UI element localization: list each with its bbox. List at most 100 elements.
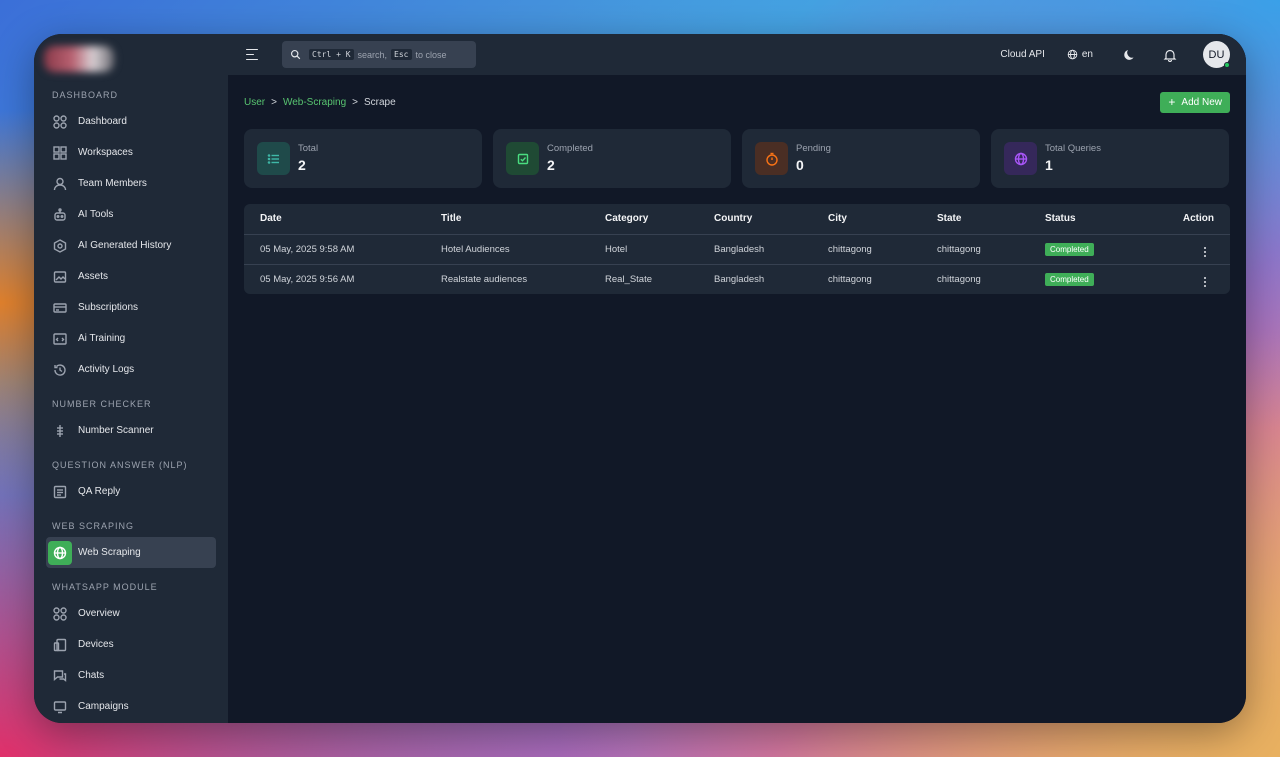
breadcrumb-web-scraping[interactable]: Web-Scraping: [283, 97, 346, 108]
section-dashboard: DASHBOARD: [52, 90, 119, 100]
cell-action: [1139, 264, 1230, 294]
grid-circles-icon: [52, 606, 68, 622]
column-header-title[interactable]: Title: [425, 204, 589, 235]
more-options-icon[interactable]: [1204, 277, 1206, 288]
add-new-button[interactable]: + Add New: [1160, 91, 1230, 113]
sidebar-item-subscriptions[interactable]: Subscriptions: [34, 292, 216, 323]
status-badge: Completed: [1045, 272, 1094, 286]
bell-icon[interactable]: [1163, 48, 1177, 62]
language-selector[interactable]: en: [1067, 49, 1093, 60]
search-icon: [290, 49, 301, 60]
sidebar-item-devices[interactable]: Devices: [34, 629, 216, 660]
user-icon: [52, 176, 68, 192]
more-options-icon[interactable]: [1204, 247, 1206, 257]
cell-country: Bangladesh: [714, 273, 765, 285]
menu-toggle-icon[interactable]: [246, 48, 260, 61]
column-header-date[interactable]: Date: [244, 204, 425, 235]
breadcrumb-current: Scrape: [364, 96, 396, 108]
main-area: Ctrl + K search, Esc to close Cloud API …: [228, 34, 1246, 723]
scanner-icon: [52, 423, 68, 439]
sidebar-item-number-scanner[interactable]: Number Scanner: [34, 415, 216, 446]
grid-icon: [52, 145, 68, 161]
cell-date: 05 May, 2025 9:56 AM: [260, 273, 355, 285]
section-whatsapp: WHATSAPP MODULE: [52, 582, 158, 592]
cell-title: Realstate audiences: [441, 273, 528, 285]
sidebar-item-assets[interactable]: Assets: [34, 261, 216, 292]
sidebar-item-activity-logs[interactable]: Activity Logs: [34, 354, 216, 385]
cell-category: Real_State: [605, 273, 653, 285]
cell-country: Bangladesh: [698, 234, 812, 265]
stat-value: 2: [298, 156, 306, 173]
sidebar-item-label: Devices: [78, 639, 114, 650]
sidebar-item-label: QA Reply: [78, 486, 121, 497]
avatar-initials: DU: [1208, 48, 1225, 61]
topbar-actions: Cloud API en DU: [1000, 34, 1230, 75]
search-input[interactable]: Ctrl + K search, Esc to close: [282, 41, 476, 68]
search-hint-close: to close: [415, 49, 447, 60]
sidebar-item-label: Ai Training: [78, 333, 126, 344]
sidebar-item-label: AI Generated History: [78, 240, 172, 251]
escape-kbd: Esc: [391, 49, 412, 60]
sidebar-item-label: Chats: [78, 670, 105, 681]
globe-icon: [48, 540, 72, 565]
sidebar-item-workspaces[interactable]: Workspaces: [34, 137, 216, 168]
table-row[interactable]: 05 May, 2025 9:56 AM Realstate audiences…: [244, 264, 1230, 294]
history-icon: [52, 362, 68, 378]
hexagon-icon: [52, 238, 68, 254]
sidebar-item-dashboard[interactable]: Dashboard: [34, 106, 216, 137]
stat-card-pending: Pending 0: [742, 129, 980, 188]
stat-card-total-queries: Total Queries 1: [991, 129, 1229, 188]
sidebar-item-chats[interactable]: Chats: [34, 660, 216, 691]
plus-icon: +: [1168, 95, 1176, 109]
cell-city: chittagong: [828, 273, 872, 285]
column-header-state[interactable]: State: [921, 204, 1029, 235]
devices-icon: [52, 637, 68, 653]
sidebar-item-ai-training[interactable]: Ai Training: [34, 323, 216, 354]
language-label: en: [1081, 49, 1093, 60]
sidebar-item-qa-reply[interactable]: QA Reply: [34, 476, 216, 507]
status-badge: Completed: [1045, 242, 1094, 256]
column-header-status[interactable]: Status: [1029, 204, 1139, 235]
table-row[interactable]: 05 May, 2025 9:58 AM Hotel Audiences Hot…: [244, 234, 1230, 265]
moon-icon[interactable]: [1123, 48, 1137, 62]
breadcrumb-row: User > Web-Scraping > Scrape + Add New: [244, 75, 1230, 129]
online-status-dot: [1224, 62, 1230, 68]
chat-icon: [52, 668, 68, 684]
brand-logo[interactable]: [44, 46, 114, 72]
sidebar-item-ai-history[interactable]: AI Generated History: [34, 230, 216, 261]
cell-state: chittagong: [937, 273, 981, 285]
sidebar-item-web-scraping[interactable]: Web Scraping: [46, 537, 216, 568]
column-header-city[interactable]: City: [812, 204, 921, 235]
scrape-table: Date Title Category Country City State S…: [244, 204, 1230, 294]
breadcrumb-separator: >: [271, 96, 277, 108]
section-qa: QUESTION ANSWER (NLP): [52, 460, 188, 470]
sidebar-item-label: AI Tools: [78, 209, 114, 220]
sidebar-item-ai-tools[interactable]: AI Tools: [34, 199, 216, 230]
sidebar-item-label: Number Scanner: [78, 425, 154, 436]
sidebar-item-label: Dashboard: [78, 116, 127, 127]
column-header-category[interactable]: Category: [589, 204, 698, 235]
sidebar-item-label: Team Members: [78, 178, 147, 189]
column-header-country[interactable]: Country: [698, 204, 812, 235]
sidebar: DASHBOARD Dashboard Workspaces Team Memb…: [34, 34, 228, 723]
cell-category: Hotel: [589, 234, 698, 265]
stat-card-total: Total 2: [244, 129, 482, 188]
avatar[interactable]: DU: [1203, 41, 1230, 68]
sidebar-item-team-members[interactable]: Team Members: [34, 168, 216, 199]
stat-value: 2: [547, 156, 555, 173]
stats-cards: Total 2 Completed 2 Pending 0 Total Quer…: [244, 129, 1230, 188]
table-header-row: Date Title Category Country City State S…: [244, 204, 1230, 235]
search-hint: search,: [357, 49, 388, 60]
topbar: Ctrl + K search, Esc to close Cloud API …: [228, 34, 1246, 75]
breadcrumb-user[interactable]: User: [244, 97, 265, 108]
monitor-icon: [52, 699, 68, 715]
cell-title: Hotel Audiences: [425, 234, 589, 265]
stat-label: Completed: [547, 142, 593, 154]
cloud-api-link[interactable]: Cloud API: [1000, 49, 1044, 60]
stat-card-completed: Completed 2: [493, 129, 731, 188]
sidebar-item-overview[interactable]: Overview: [34, 598, 216, 629]
stat-value: 0: [796, 156, 804, 173]
cell-status: Completed: [1029, 234, 1139, 265]
sidebar-item-campaigns[interactable]: Campaigns: [34, 691, 216, 722]
sidebar-item-label: Activity Logs: [78, 364, 135, 375]
